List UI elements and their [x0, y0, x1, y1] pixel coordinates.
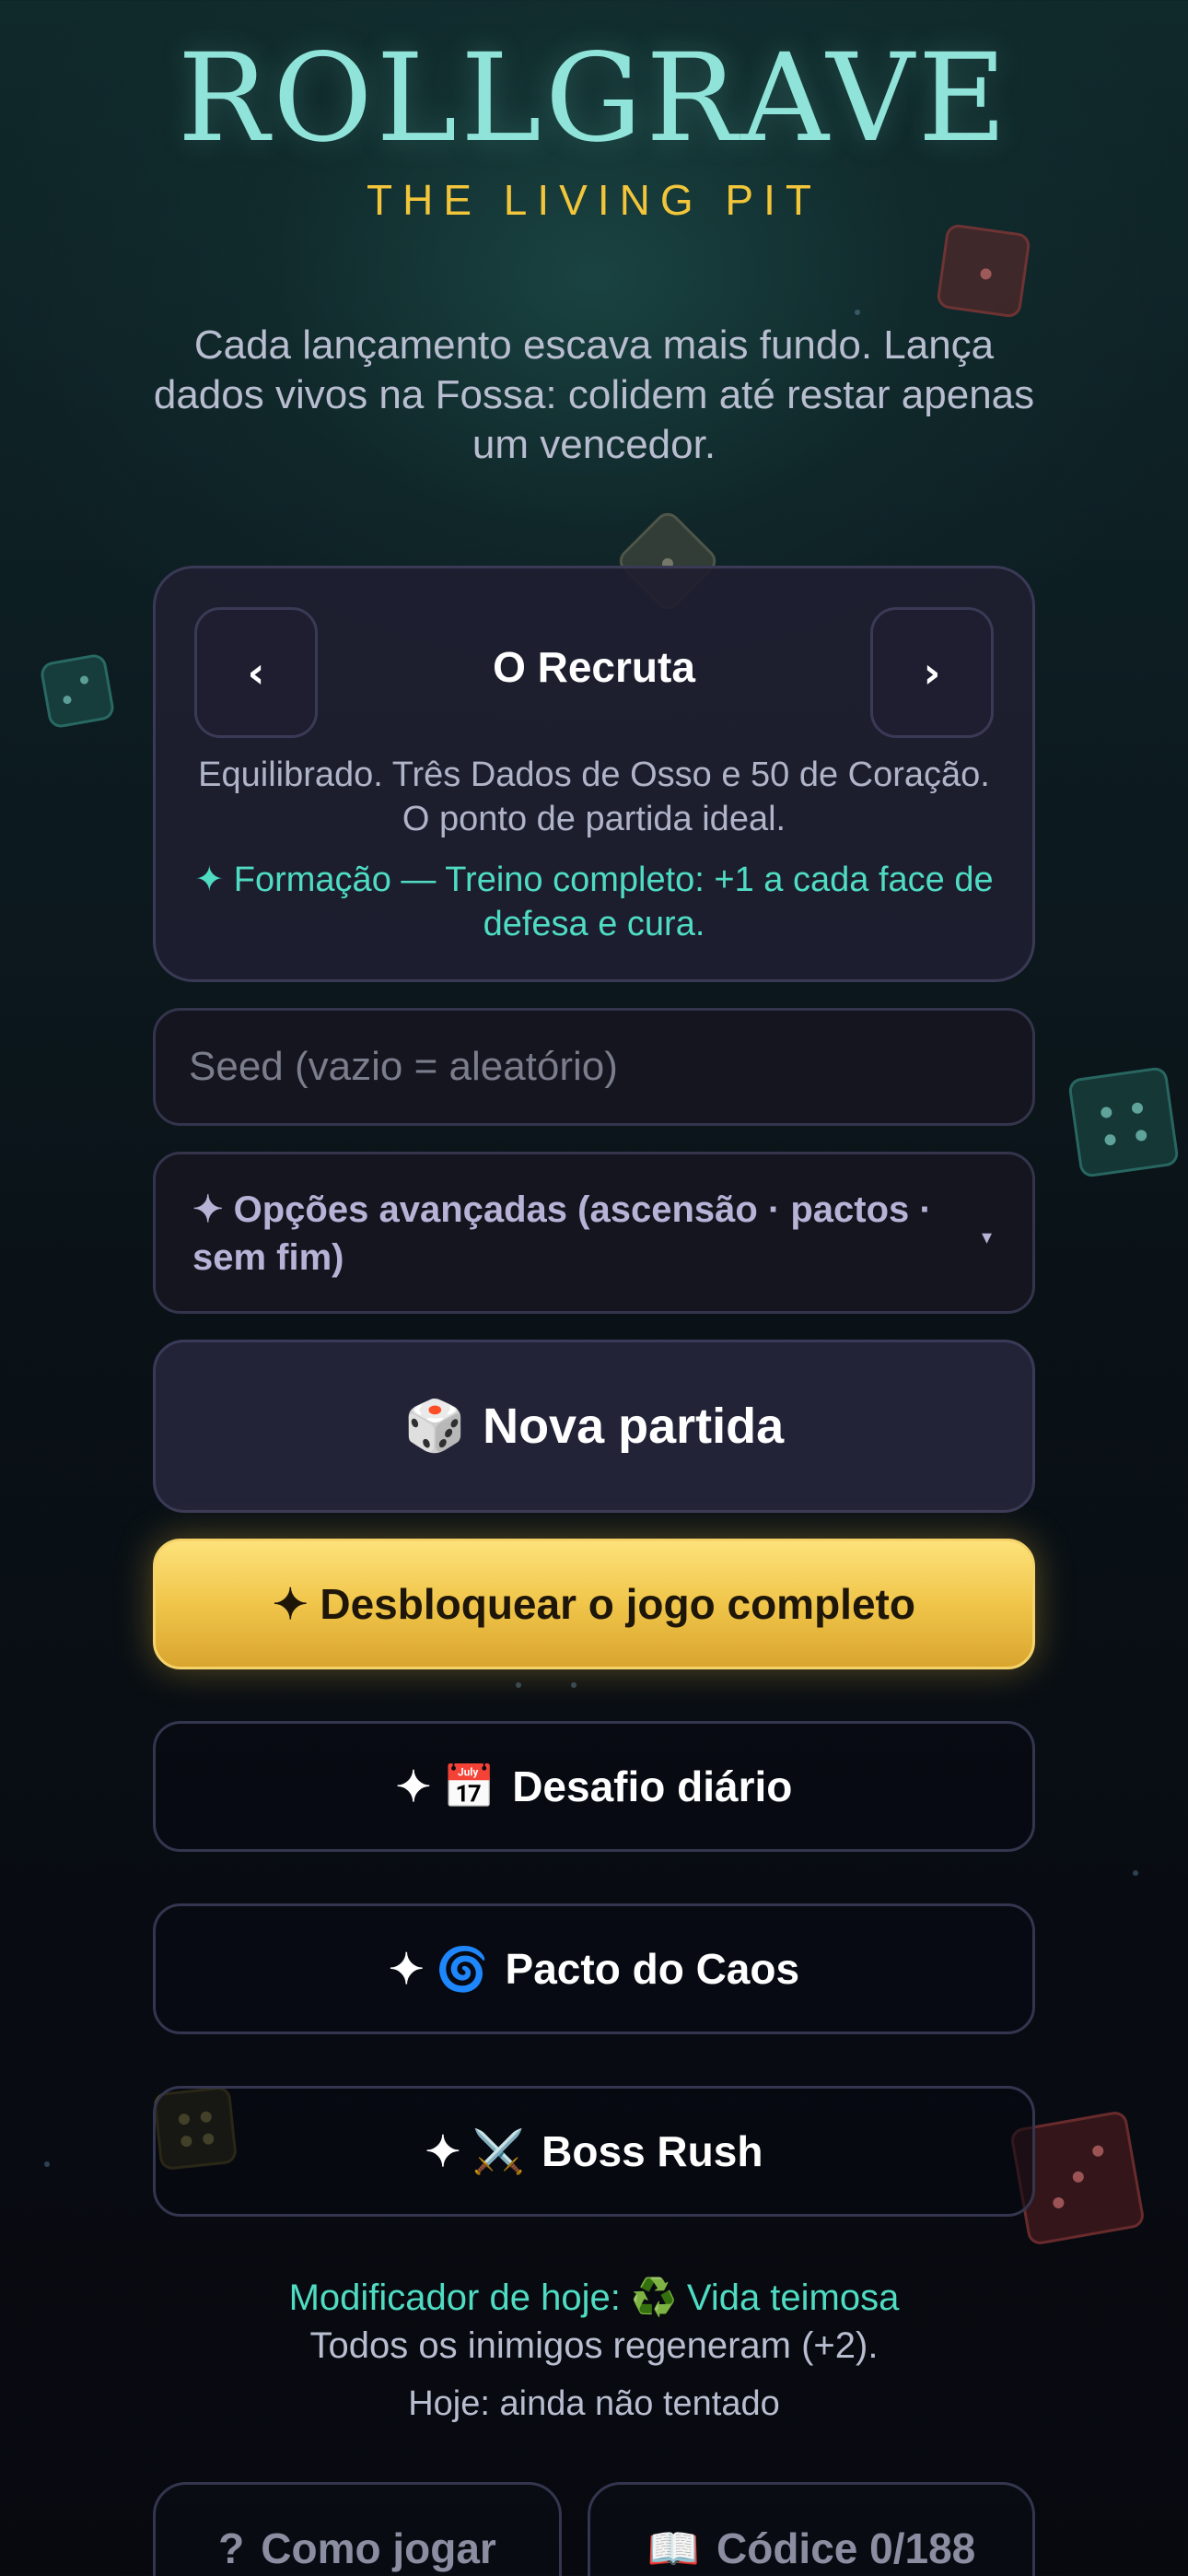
how-to-play-button[interactable]: ? Como jogar: [153, 2482, 562, 2576]
crossed-swords-icon: ✦ ⚔️: [425, 2126, 526, 2175]
unlock-full-game-button[interactable]: ✦ Desbloquear o jogo completo: [153, 1539, 1035, 1669]
how-to-play-label: Como jogar: [261, 2524, 496, 2572]
daily-modifier-description: Todos os inimigos regeneram (+2).: [309, 2325, 879, 2366]
cyclone-icon: ✦ 🌀: [388, 1944, 489, 1993]
dice-icon: 🎲: [403, 1398, 467, 1454]
question-icon: ?: [218, 2524, 245, 2572]
new-game-label: Nova partida: [483, 1399, 785, 1454]
previous-character-button[interactable]: ‹: [194, 607, 318, 738]
new-game-button[interactable]: 🎲 Nova partida: [153, 1340, 1035, 1513]
chevron-down-icon: ▾: [981, 1226, 992, 1249]
background-star: [516, 1682, 521, 1688]
daily-challenge-button[interactable]: ✦ 📅 Desafio diário: [153, 1721, 1035, 1852]
game-title: ROLLGRAVE: [177, 28, 1011, 170]
advanced-options-label: ✦ Opções avançadas (ascensão · pactos · …: [192, 1189, 932, 1278]
decorative-die-icon: [1067, 1066, 1180, 1178]
chaos-pact-button[interactable]: ✦ 🌀 Pacto do Caos: [153, 1903, 1035, 2034]
background-star: [571, 1682, 577, 1688]
character-name: O Recruta: [493, 643, 695, 691]
boss-rush-label: Boss Rush: [542, 2127, 763, 2175]
daily-status: Hoje: ainda não tentado: [408, 2384, 780, 2423]
background-star: [855, 310, 860, 315]
background-star: [1133, 1870, 1138, 1876]
seed-input[interactable]: [153, 1008, 1035, 1126]
game-subtitle: THE LIVING PIT: [367, 176, 821, 224]
next-character-button[interactable]: ›: [870, 607, 994, 738]
decorative-die-icon: [39, 652, 116, 730]
background-star: [44, 2161, 50, 2167]
daily-modifier: Modificador de hoje: ♻️ Vida teimosa: [288, 2277, 900, 2318]
character-description: Equilibrado. Três Dados de Osso e 50 de …: [198, 755, 990, 838]
decorative-die-icon: [936, 223, 1031, 319]
boss-rush-button[interactable]: ✦ ⚔️ Boss Rush: [153, 2086, 1035, 2217]
advanced-options-toggle[interactable]: ✦ Opções avançadas (ascensão · pactos · …: [153, 1152, 1035, 1314]
codex-label: Códice 0/188: [716, 2524, 976, 2572]
chaos-pact-label: Pacto do Caos: [505, 1945, 800, 1993]
calendar-icon: ✦ 📅: [395, 1762, 496, 1810]
codex-button[interactable]: 📖 Códice 0/188: [588, 2482, 1035, 2576]
book-icon: 📖: [646, 2524, 700, 2572]
character-trait: ✦ Formação — Treino completo: +1 a cada …: [194, 861, 994, 943]
unlock-label: ✦ Desbloquear o jogo completo: [273, 1580, 915, 1628]
daily-challenge-label: Desafio diário: [512, 1762, 793, 1810]
character-selector: ‹ O Recruta › Equilibrado. Três Dados de…: [153, 566, 1035, 982]
intro-text: Cada lançamento escava mais fundo. Lança…: [153, 322, 1035, 467]
